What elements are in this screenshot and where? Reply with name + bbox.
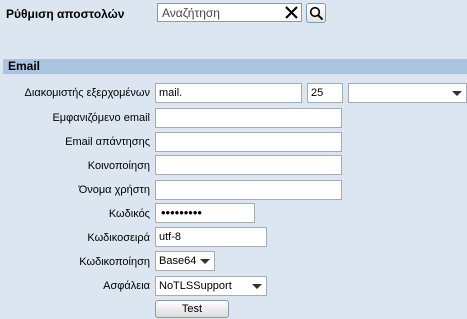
chevron-down-icon — [452, 91, 462, 96]
cc-label: Κοινοποίηση — [87, 160, 150, 172]
search-icon — [309, 6, 324, 21]
encoding-label: Κωδικοποίηση — [79, 256, 150, 268]
server-input[interactable] — [155, 83, 302, 103]
charset-label: Κωδικοσειρά — [87, 232, 150, 244]
charset-field[interactable] — [155, 227, 267, 247]
password-label: Κωδικός — [108, 208, 150, 220]
server-label: Διακομιστής εξερχομένων — [24, 87, 150, 99]
close-icon[interactable] — [284, 5, 299, 20]
encoding-select[interactable]: Base64 — [155, 251, 215, 271]
security-label: Ασφάλεια — [103, 280, 150, 292]
display-email-field[interactable] — [155, 108, 342, 128]
port-input[interactable] — [307, 83, 343, 103]
display-email-label: Εμφανιζόμενο email — [52, 112, 150, 124]
page-title: Ρύθμιση αποστολών — [6, 7, 125, 21]
search-input[interactable] — [158, 4, 286, 21]
reply-email-field[interactable] — [155, 132, 342, 152]
cc-field[interactable] — [155, 155, 342, 175]
username-label: Όνομα χρήστη — [78, 184, 150, 196]
chevron-down-icon — [200, 259, 210, 264]
username-field[interactable] — [155, 180, 342, 200]
search-button[interactable] — [306, 3, 326, 23]
security-select[interactable]: NoTLSSupport — [155, 276, 267, 296]
security-value: NoTLSSupport — [159, 280, 232, 292]
reply-email-label: Email απάντησης — [65, 136, 150, 148]
chevron-down-icon — [252, 284, 262, 289]
server-mode-select[interactable] — [348, 83, 467, 103]
encoding-value: Base64 — [159, 255, 197, 267]
section-header-email: Email — [3, 59, 467, 74]
password-value: ••••••••• — [161, 205, 202, 220]
search-box — [157, 3, 302, 22]
password-field[interactable]: ••••••••• — [155, 203, 255, 223]
test-button[interactable]: Test — [155, 300, 229, 318]
